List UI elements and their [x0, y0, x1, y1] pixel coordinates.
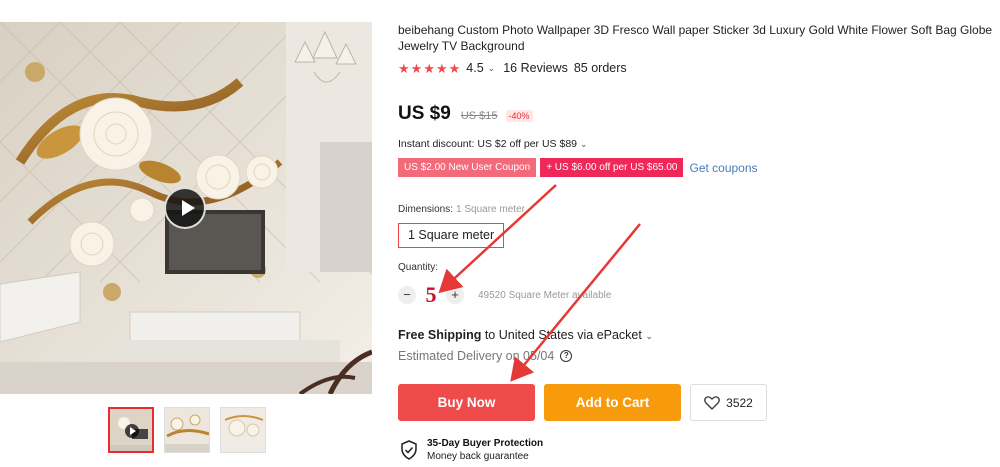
free-shipping-label: Free Shipping — [398, 328, 482, 342]
star-rating[interactable]: ★ ★ ★ ★ ★ — [398, 62, 460, 75]
help-icon[interactable]: ? — [560, 350, 573, 362]
quantity-increase-button[interactable]: + — [446, 286, 464, 304]
original-price: US $15 — [460, 110, 498, 122]
wishlist-count: 3522 — [726, 395, 753, 410]
thumbnail-video[interactable] — [108, 407, 154, 453]
chevron-down-icon: ⌄ — [580, 139, 588, 149]
dimensions-label: Dimensions: 1 Square meter — [398, 204, 525, 215]
play-icon — [125, 424, 139, 438]
thumbnail-image-2[interactable] — [164, 407, 210, 453]
instant-discount[interactable]: Instant discount: US $2 off per US $89 ⌄ — [398, 138, 596, 150]
discount-badge: -40% — [505, 110, 533, 122]
instant-discount-text: Instant discount: US $2 off per US $89 — [398, 138, 577, 150]
rating-value: 4.5 — [466, 61, 484, 75]
quantity-decrease-button[interactable]: − — [398, 286, 416, 304]
thumbnail-image-3[interactable] — [220, 407, 266, 453]
quantity-value[interactable]: 5 — [416, 284, 446, 306]
get-coupons-link[interactable]: Get coupons — [689, 161, 757, 175]
quantity-label: Quantity: — [398, 262, 439, 273]
shipping-info[interactable]: Free Shipping to United States via ePack… — [398, 328, 661, 342]
chevron-down-icon: ⌄ — [645, 331, 653, 341]
buyer-protection-title: 35-Day Buyer Protection — [427, 438, 544, 449]
current-price: US $9 — [398, 103, 451, 124]
buyer-protection-subtitle: Money back guarantee — [427, 451, 529, 462]
star-icon: ★ — [410, 60, 423, 76]
shipping-destination: to United States via ePacket — [484, 328, 642, 342]
quantity-available: 49520 Square Meter available — [478, 289, 612, 301]
product-main-image[interactable] — [0, 22, 372, 394]
play-video-button[interactable] — [164, 187, 206, 229]
add-to-cart-button[interactable]: Add to Cart — [544, 384, 681, 421]
dimensions-selected-hint: 1 Square meter — [456, 204, 525, 215]
coupons-row: US $2.00 New User Coupon + US $6.00 off … — [398, 158, 758, 177]
chevron-down-icon[interactable]: ⌄ — [488, 63, 496, 74]
quantity-stepper: − 5 + 49520 Square Meter available — [398, 284, 612, 306]
buy-now-button[interactable]: Buy Now — [398, 384, 535, 421]
action-buttons: Buy Now Add to Cart 3522 — [398, 384, 767, 421]
heart-icon — [704, 395, 721, 410]
reviews-link[interactable]: 16 Reviews — [503, 61, 568, 75]
orders-count: 85 orders — [573, 61, 627, 75]
thumbnail-strip — [108, 407, 266, 453]
star-icon: ★ — [423, 60, 435, 76]
new-user-coupon[interactable]: US $2.00 New User Coupon — [398, 158, 537, 177]
shield-check-icon — [401, 440, 417, 460]
star-icon: ★ — [435, 60, 448, 76]
estimated-delivery: Estimated Delivery on 05/04 ? — [398, 349, 573, 363]
dimension-option-1sqm[interactable]: 1 Square meter — [398, 223, 505, 248]
buyer-protection: 35-Day Buyer Protection Money back guara… — [400, 437, 543, 463]
star-icon: ★ — [448, 60, 461, 76]
product-title: beibehang Custom Photo Wallpaper 3D Fres… — [398, 23, 993, 53]
dimensions-label-text: Dimensions: — [398, 204, 454, 215]
price-row: US $9 US $15 -40% — [398, 103, 533, 125]
wishlist-button[interactable]: 3522 — [690, 384, 767, 421]
rating-row: ★ ★ ★ ★ ★ 4.5 ⌄ 16 Reviews 85 orders — [398, 61, 627, 75]
star-icon: ★ — [398, 60, 410, 76]
store-coupon[interactable]: + US $6.00 off per US $65.00 — [540, 158, 684, 177]
estimated-delivery-text: Estimated Delivery on 05/04 — [398, 349, 555, 363]
